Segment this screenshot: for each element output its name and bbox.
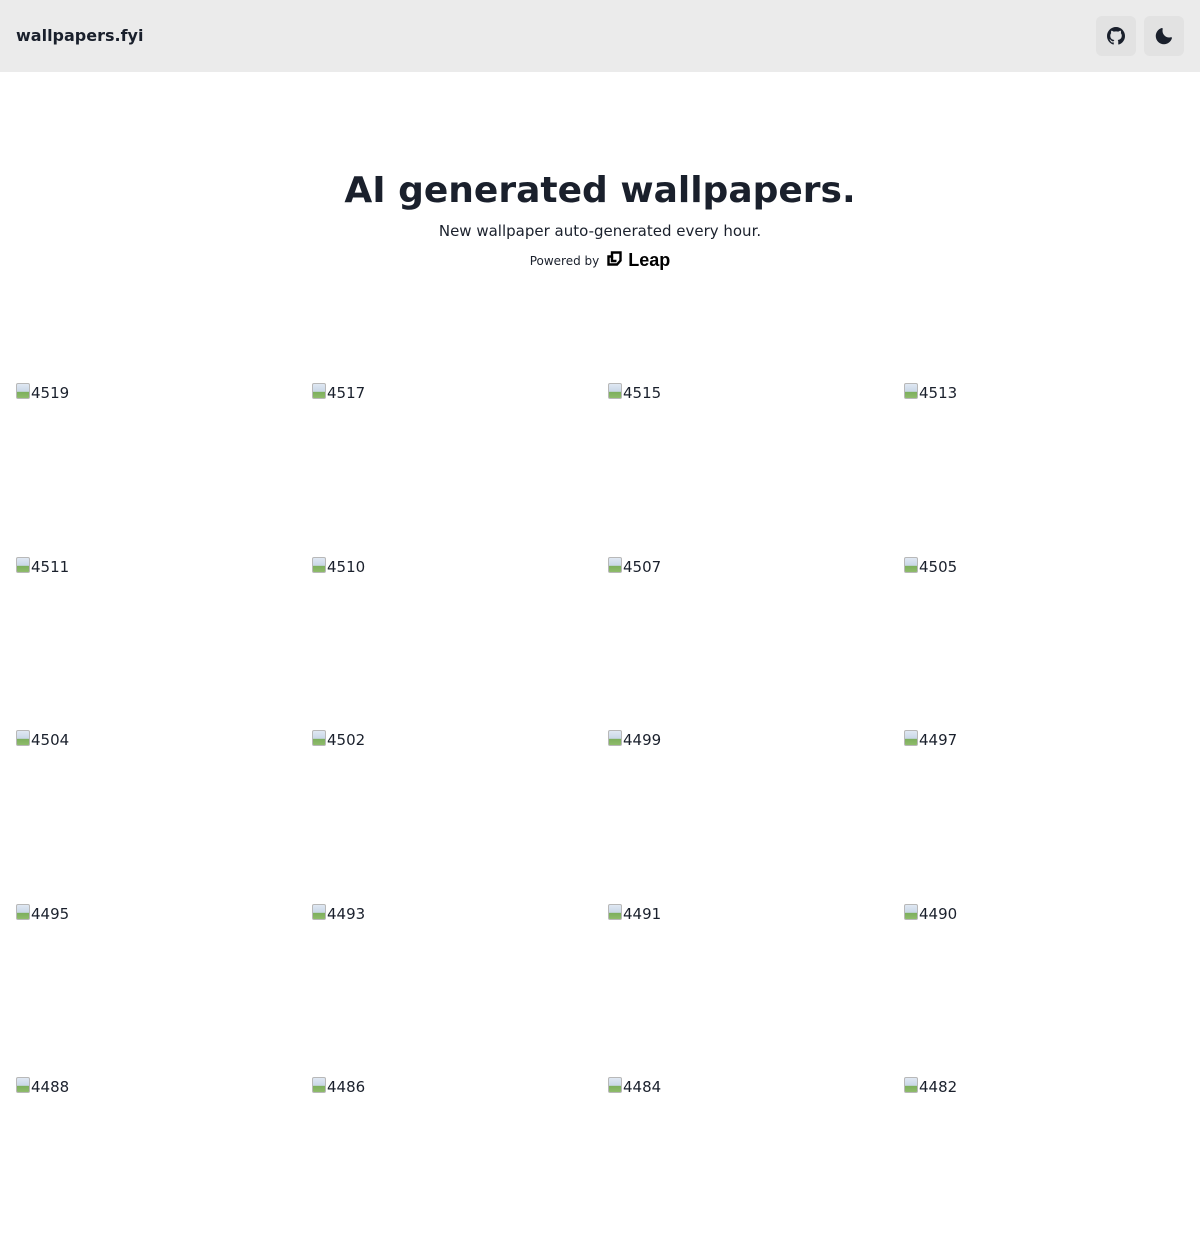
- wallpaper-tile[interactable]: 4482: [904, 1076, 1184, 1236]
- wallpaper-alt-text: 4513: [919, 384, 958, 402]
- broken-image: 4499: [608, 729, 888, 751]
- page-title: AI generated wallpapers.: [344, 170, 856, 211]
- wallpaper-tile[interactable]: 4513: [904, 382, 1184, 542]
- wallpaper-alt-text: 4511: [31, 557, 70, 576]
- wallpaper-tile[interactable]: 4505: [904, 556, 1184, 716]
- wallpaper-tile[interactable]: 4495: [16, 903, 296, 1063]
- github-icon: [1107, 27, 1125, 45]
- broken-image-icon: [312, 383, 326, 399]
- wallpaper-tile[interactable]: 4507: [608, 556, 888, 716]
- broken-image-icon: [16, 1077, 30, 1093]
- leap-logo-link[interactable]: Leap: [606, 250, 670, 271]
- broken-image-icon: [904, 383, 918, 399]
- broken-image-icon: [608, 556, 622, 573]
- broken-image: 4497: [904, 729, 1184, 751]
- wallpaper-tile[interactable]: 4511: [16, 556, 296, 716]
- wallpaper-alt-text: 4510: [327, 557, 366, 576]
- page-subtitle: New wallpaper auto-generated every hour.: [438, 222, 762, 240]
- navbar: wallpapers.fyi: [0, 0, 1200, 72]
- broken-image-icon: [608, 730, 622, 746]
- broken-image: 4513: [904, 382, 1184, 404]
- broken-image: 4490: [904, 903, 1184, 925]
- broken-image-icon: [608, 903, 622, 920]
- wallpaper-alt-text: 4488: [31, 1078, 70, 1096]
- broken-image: 4510: [312, 556, 592, 578]
- wallpaper-tile[interactable]: 4502: [312, 729, 592, 889]
- hero-section: AI generated wallpapers. New wallpaper a…: [0, 168, 1200, 271]
- wallpaper-tile[interactable]: 4497: [904, 729, 1184, 889]
- wallpaper-alt-text: 4484: [623, 1078, 662, 1096]
- broken-image-icon: [16, 383, 30, 399]
- wallpaper-alt-text: 4515: [623, 384, 662, 402]
- broken-image: 4515: [608, 382, 888, 404]
- wallpaper-tile[interactable]: 4486: [312, 1076, 592, 1236]
- broken-image-icon: [16, 556, 30, 573]
- broken-image: 4484: [608, 1076, 888, 1098]
- leap-icon: [606, 250, 623, 271]
- leap-name: Leap: [628, 250, 671, 270]
- wallpaper-tile[interactable]: 4517: [312, 382, 592, 542]
- wallpaper-tile[interactable]: 4493: [312, 903, 592, 1063]
- theme-toggle-button[interactable]: [1144, 16, 1184, 56]
- wallpaper-tile[interactable]: 4499: [608, 729, 888, 889]
- moon-icon: [1155, 27, 1173, 45]
- broken-image-icon: [312, 730, 326, 746]
- broken-image: 4504: [16, 729, 296, 751]
- wallpaper-alt-text: 4491: [623, 904, 662, 923]
- broken-image: 4502: [312, 729, 592, 751]
- wallpaper-tile[interactable]: 4488: [16, 1076, 296, 1236]
- broken-image-icon: [16, 730, 30, 746]
- broken-image: 4491: [608, 903, 888, 925]
- wallpaper-alt-text: 4493: [327, 904, 366, 923]
- github-button[interactable]: [1096, 16, 1136, 56]
- wallpaper-alt-text: 4499: [623, 731, 662, 749]
- wallpaper-alt-text: 4502: [327, 731, 366, 749]
- wallpaper-tile[interactable]: 4510: [312, 556, 592, 716]
- wallpaper-alt-text: 4495: [31, 904, 70, 923]
- broken-image: 4505: [904, 556, 1184, 578]
- wallpaper-tile[interactable]: 4491: [608, 903, 888, 1063]
- broken-image-icon: [312, 903, 326, 920]
- wallpaper-tile[interactable]: 4490: [904, 903, 1184, 1063]
- broken-image-icon: [16, 903, 30, 920]
- wallpaper-alt-text: 4482: [919, 1078, 958, 1096]
- broken-image-icon: [904, 730, 918, 746]
- broken-image: 4519: [16, 382, 296, 404]
- broken-image-icon: [312, 1077, 326, 1093]
- wallpaper-alt-text: 4490: [919, 904, 958, 923]
- broken-image: 4511: [16, 556, 296, 578]
- wallpaper-tile[interactable]: 4504: [16, 729, 296, 889]
- broken-image-icon: [904, 1077, 918, 1093]
- broken-image: 4488: [16, 1076, 296, 1098]
- wallpaper-alt-text: 4497: [919, 731, 958, 749]
- broken-image: 4493: [312, 903, 592, 925]
- powered-by-label: Powered by: [529, 253, 600, 268]
- broken-image: 4507: [608, 556, 888, 578]
- wallpaper-alt-text: 4519: [31, 384, 70, 402]
- wallpaper-alt-text: 4505: [919, 557, 958, 576]
- broken-image: 4517: [312, 382, 592, 404]
- broken-image-icon: [608, 1077, 622, 1093]
- broken-image-icon: [312, 556, 326, 573]
- wallpaper-tile[interactable]: 4484: [608, 1076, 888, 1236]
- wallpaper-alt-text: 4507: [623, 557, 662, 576]
- wallpaper-alt-text: 4504: [31, 731, 70, 749]
- broken-image: 4482: [904, 1076, 1184, 1098]
- wallpaper-alt-text: 4486: [327, 1078, 366, 1096]
- wallpaper-alt-text: 4517: [327, 384, 366, 402]
- broken-image-icon: [904, 556, 918, 573]
- powered-by: Powered by Leap: [0, 250, 1200, 271]
- site-logo-link[interactable]: wallpapers.fyi: [16, 26, 143, 45]
- broken-image-icon: [904, 903, 918, 920]
- wallpaper-tile[interactable]: 4519: [16, 382, 296, 542]
- wallpaper-tile[interactable]: 4515: [608, 382, 888, 542]
- broken-image: 4486: [312, 1076, 592, 1098]
- broken-image: 4495: [16, 903, 296, 925]
- broken-image-icon: [608, 383, 622, 399]
